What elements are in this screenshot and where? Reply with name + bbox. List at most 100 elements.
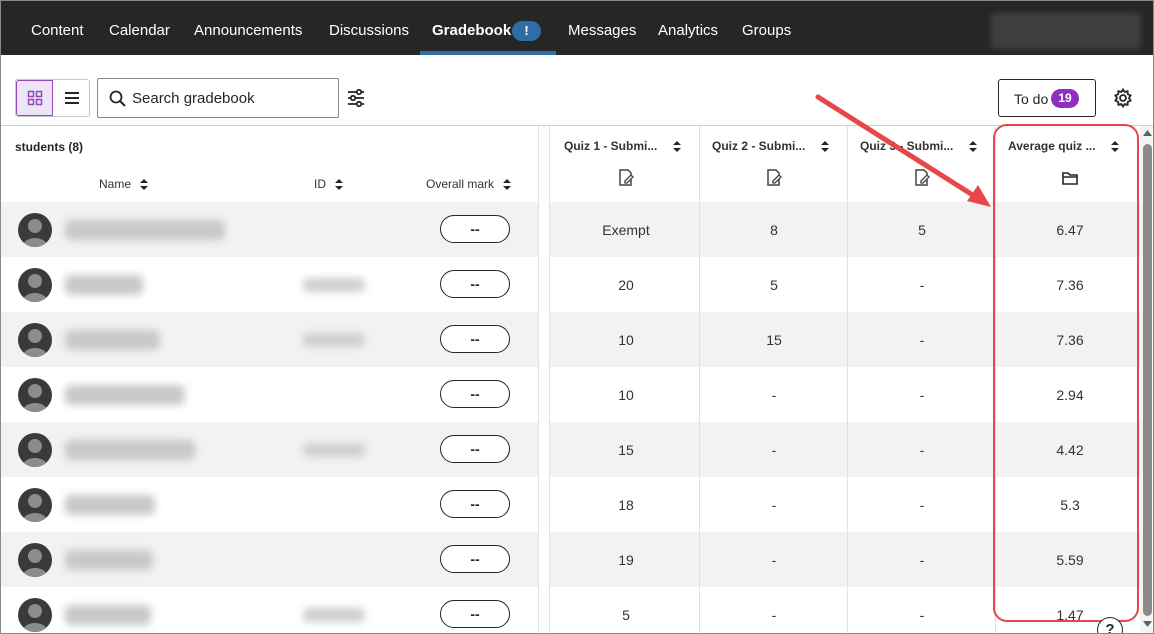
quiz3-grade-cell[interactable]: - <box>848 552 996 568</box>
quiz3-grade-cell[interactable]: - <box>848 607 996 623</box>
avatar[interactable] <box>18 213 52 247</box>
filter-sliders-icon[interactable] <box>347 88 365 108</box>
scroll-down-icon[interactable] <box>1143 621 1152 627</box>
average-grade-cell[interactable]: 7.36 <box>996 277 1144 293</box>
student-name-redacted[interactable] <box>65 385 185 405</box>
quiz2-grade-cell[interactable]: - <box>700 607 848 623</box>
gradebook-window: Content Calendar Announcements Discussio… <box>0 0 1154 634</box>
todo-button[interactable]: To do 19 <box>998 79 1096 117</box>
student-id-redacted <box>303 333 365 347</box>
avatar[interactable] <box>18 378 52 412</box>
quiz1-grade-cell[interactable]: 18 <box>552 497 700 513</box>
quiz3-header-label: Quiz 3 - Submi... <box>860 139 954 153</box>
grid-view-button[interactable] <box>16 80 53 116</box>
average-header-label: Average quiz ... <box>1008 139 1096 153</box>
quiz1-grade-cell[interactable]: 15 <box>552 442 700 458</box>
id-column-header[interactable]: ID <box>314 177 344 191</box>
avatar[interactable] <box>18 268 52 302</box>
avatar[interactable] <box>18 488 52 522</box>
quiz3-grade-cell[interactable]: 5 <box>848 222 996 238</box>
avatar[interactable] <box>18 323 52 357</box>
quiz3-grade-cell[interactable]: - <box>848 387 996 403</box>
scrollbar-thumb[interactable] <box>1143 144 1152 616</box>
course-navigation: Content Calendar Announcements Discussio… <box>1 1 1153 55</box>
average-grade-cell[interactable]: 5.3 <box>996 497 1144 513</box>
scroll-up-icon[interactable] <box>1143 130 1152 136</box>
average-grade-cell[interactable]: 5.59 <box>996 552 1144 568</box>
student-name-redacted[interactable] <box>65 605 151 625</box>
gear-icon[interactable] <box>1113 88 1133 108</box>
average-grade-cell[interactable]: 1.47 <box>996 607 1144 623</box>
quiz1-grade-cell[interactable]: 19 <box>552 552 700 568</box>
student-name-redacted[interactable] <box>65 220 225 240</box>
overall-mark-pill[interactable]: -- <box>440 545 510 573</box>
overall-mark-pill[interactable]: -- <box>440 325 510 353</box>
gradebook-alert-badge: ! <box>512 21 541 41</box>
overall-mark-column-header[interactable]: Overall mark <box>426 177 512 191</box>
student-id-redacted <box>303 608 365 622</box>
quiz3-column-header[interactable]: Quiz 3 - Submi... <box>860 139 977 153</box>
quiz1-column-header[interactable]: Quiz 1 - Submi... <box>564 139 681 153</box>
quiz1-grade-cell[interactable]: 20 <box>552 277 700 293</box>
quiz2-grade-cell[interactable]: - <box>700 552 848 568</box>
avatar[interactable] <box>18 543 52 577</box>
quiz3-grade-cell[interactable]: - <box>848 497 996 513</box>
avatar[interactable] <box>18 433 52 467</box>
quiz3-grade-cell[interactable]: - <box>848 277 996 293</box>
average-quiz-column-header[interactable]: Average quiz ... <box>1008 139 1119 153</box>
name-column-header[interactable]: Name <box>99 177 149 191</box>
todo-count-badge: 19 <box>1051 89 1079 108</box>
sort-arrows-icon <box>335 179 344 191</box>
edit-document-icon <box>915 169 930 186</box>
overall-mark-pill[interactable]: -- <box>440 380 510 408</box>
quiz1-grade-cell[interactable]: 5 <box>552 607 700 623</box>
table-row: -- 20 5-7.36 <box>1 257 1140 312</box>
student-name-redacted[interactable] <box>65 275 143 295</box>
tab-announcements[interactable]: Announcements <box>194 1 302 55</box>
quiz1-grade-cell[interactable]: Exempt <box>552 222 700 238</box>
quiz2-grade-cell[interactable]: 15 <box>700 332 848 348</box>
tab-messages[interactable]: Messages <box>568 1 636 55</box>
student-name-redacted[interactable] <box>65 440 195 460</box>
user-profile-redacted[interactable] <box>991 13 1141 49</box>
overall-mark-pill[interactable]: -- <box>440 435 510 463</box>
quiz2-column-header[interactable]: Quiz 2 - Submi... <box>712 139 829 153</box>
active-tab-indicator <box>420 51 556 55</box>
overall-mark-pill[interactable]: -- <box>440 270 510 298</box>
frozen-columns-divider[interactable] <box>538 126 550 633</box>
tab-analytics[interactable]: Analytics <box>658 1 718 55</box>
quiz2-grade-cell[interactable]: - <box>700 387 848 403</box>
quiz3-grade-cell[interactable]: - <box>848 442 996 458</box>
average-grade-cell[interactable]: 4.42 <box>996 442 1144 458</box>
quiz2-grade-cell[interactable]: 5 <box>700 277 848 293</box>
avatar[interactable] <box>18 598 52 632</box>
quiz1-grade-cell[interactable]: 10 <box>552 387 700 403</box>
overall-mark-pill[interactable]: -- <box>440 600 510 628</box>
vertical-scrollbar[interactable] <box>1140 126 1153 633</box>
tab-groups[interactable]: Groups <box>742 1 791 55</box>
list-view-button[interactable] <box>53 80 90 116</box>
quiz2-grade-cell[interactable]: - <box>700 497 848 513</box>
tab-content[interactable]: Content <box>31 1 84 55</box>
folder-icon <box>1062 172 1078 185</box>
quiz1-header-label: Quiz 1 - Submi... <box>564 139 658 153</box>
column-divider <box>699 126 700 633</box>
student-name-redacted[interactable] <box>65 330 160 350</box>
tab-calendar[interactable]: Calendar <box>109 1 170 55</box>
quiz1-grade-cell[interactable]: 10 <box>552 332 700 348</box>
average-grade-cell[interactable]: 6.47 <box>996 222 1144 238</box>
overall-mark-pill[interactable]: -- <box>440 215 510 243</box>
average-grade-cell[interactable]: 2.94 <box>996 387 1144 403</box>
tab-discussions[interactable]: Discussions <box>329 1 409 55</box>
average-grade-cell[interactable]: 7.36 <box>996 332 1144 348</box>
search-input[interactable] <box>132 79 332 117</box>
quiz2-grade-cell[interactable]: 8 <box>700 222 848 238</box>
sort-arrows-icon <box>672 141 681 153</box>
tab-gradebook[interactable]: Gradebook <box>432 1 511 55</box>
overall-mark-pill[interactable]: -- <box>440 490 510 518</box>
student-name-redacted[interactable] <box>65 495 155 515</box>
quiz3-grade-cell[interactable]: - <box>848 332 996 348</box>
quiz2-grade-cell[interactable]: - <box>700 442 848 458</box>
student-name-redacted[interactable] <box>65 550 153 570</box>
search-gradebook <box>97 78 339 118</box>
